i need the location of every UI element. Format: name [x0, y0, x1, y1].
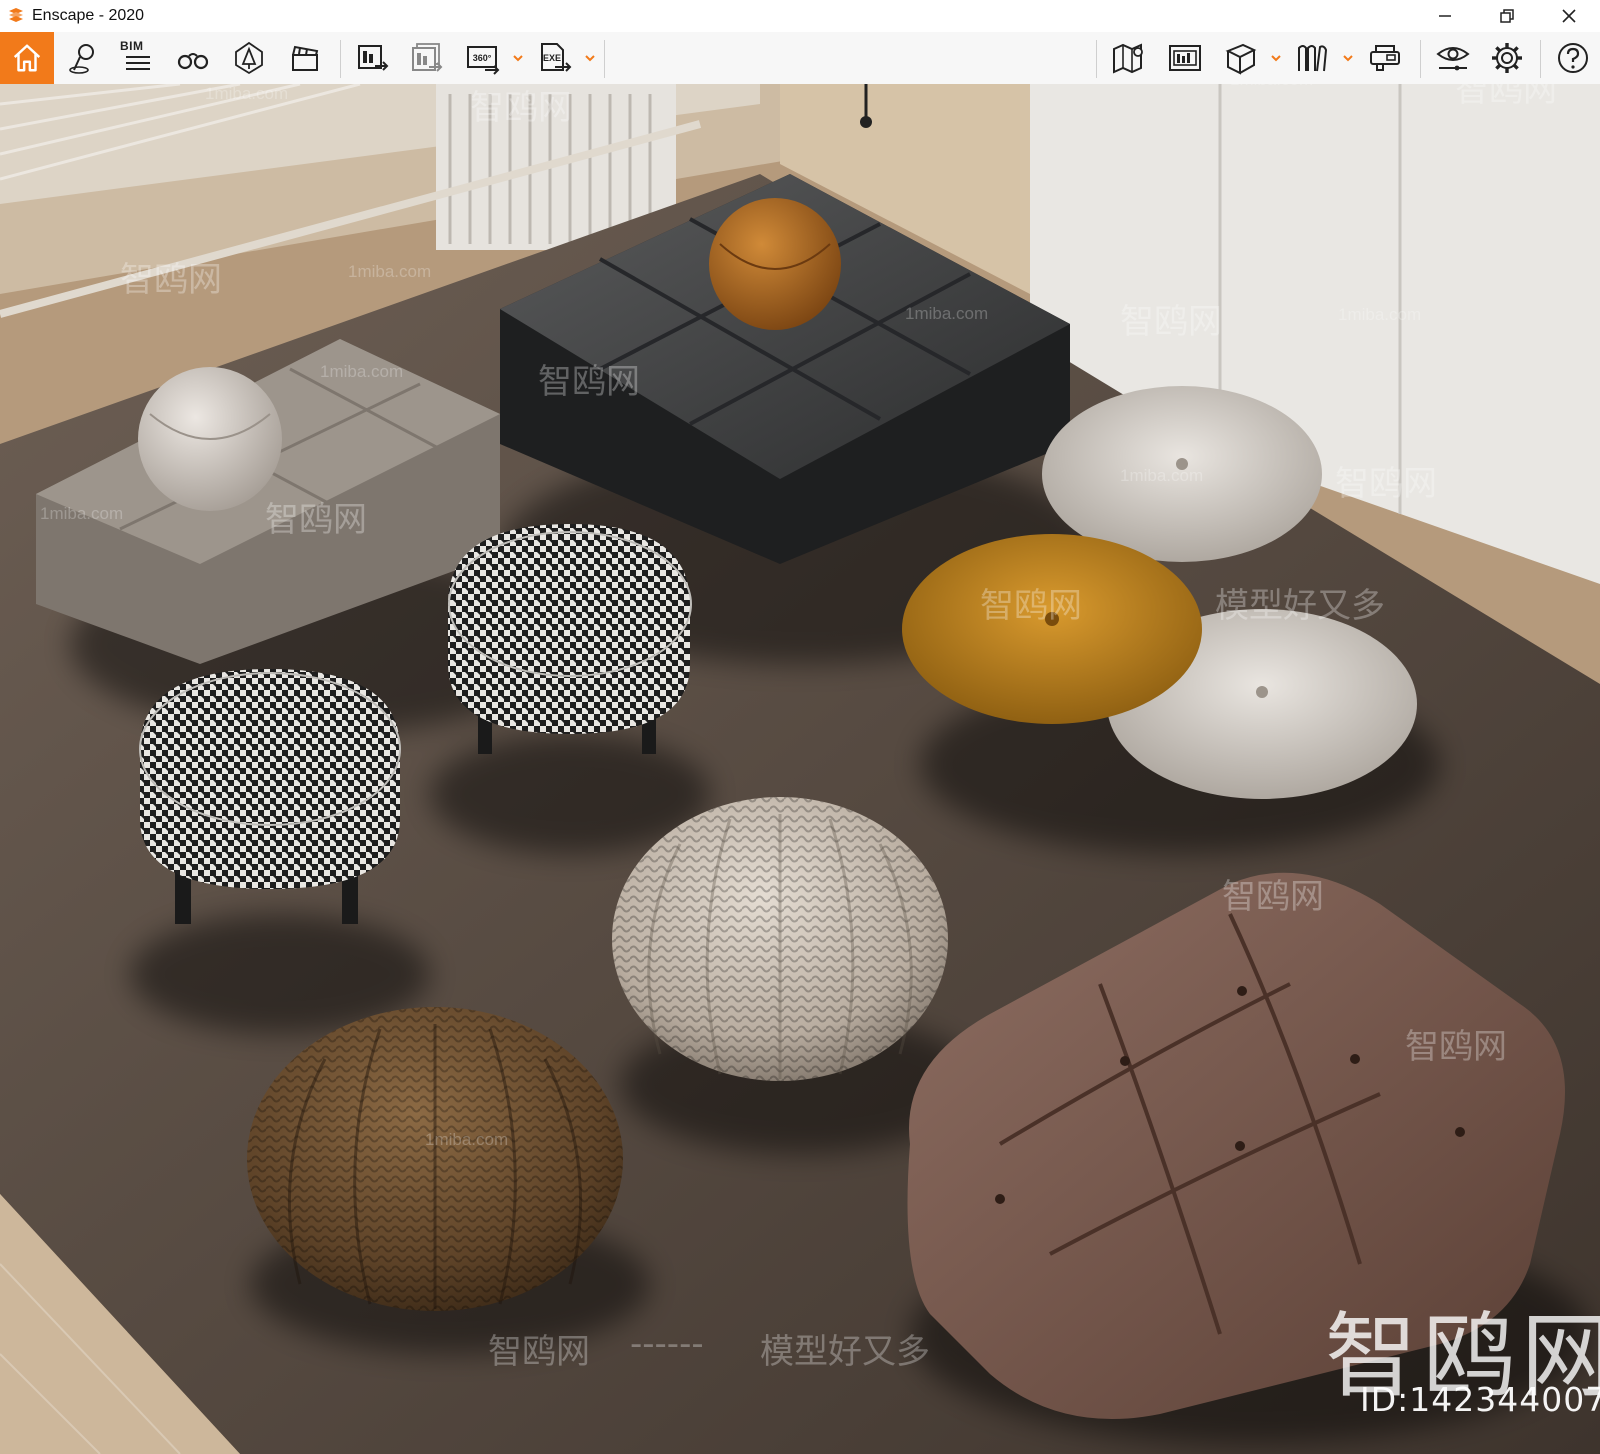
- panorama-button[interactable]: 360°: [458, 32, 508, 84]
- watermark-site-name: 智鸥网: [1120, 302, 1222, 342]
- chevron-down-icon[interactable]: [512, 52, 524, 64]
- enscape-logo-icon: [9, 8, 23, 22]
- watermark-site-name: 智鸥网: [120, 260, 222, 300]
- watermark-url: 1miba.com: [40, 504, 124, 523]
- home-button[interactable]: [0, 32, 54, 84]
- watermark-site-name: 智鸥网: [1222, 877, 1324, 917]
- toolbar-separator: [604, 40, 605, 78]
- render-viewport[interactable]: 1miba.com 智鸥网 智鸥网 1miba.com 1miba.com 智鸥…: [0, 84, 1600, 1454]
- exe-export-button[interactable]: EXE: [530, 32, 580, 84]
- watermark-site-name: 智鸥网: [488, 1332, 590, 1372]
- title-bar: Enscape - 2020: [0, 0, 1600, 32]
- watermark-slogan: 模型好又多: [760, 1332, 930, 1372]
- watermark-url: 1miba.com: [320, 362, 404, 381]
- watermark-url: 1miba.com: [905, 304, 989, 323]
- vr-button[interactable]: [1360, 32, 1410, 84]
- cube-view-icon: [1225, 43, 1257, 75]
- help-button[interactable]: [1548, 32, 1598, 84]
- settings-gear-icon: [1492, 43, 1522, 73]
- light-view-button[interactable]: [224, 32, 274, 84]
- watermark-url: 1miba.com: [205, 84, 289, 103]
- library-button[interactable]: [1288, 32, 1338, 84]
- home-icon: [13, 44, 41, 72]
- toolbar-separator: [340, 40, 341, 78]
- restore-icon: [1500, 9, 1514, 23]
- window-controls: [1414, 0, 1600, 32]
- asset-library-icon: [1169, 45, 1201, 71]
- watermark-site-name: 智鸥网: [1405, 1027, 1507, 1067]
- close-button[interactable]: [1538, 0, 1600, 32]
- watermark-site-name: 智鸥网: [538, 362, 640, 402]
- exe-label: EXE: [543, 53, 561, 63]
- watermark-slogan: 模型好又多: [1215, 586, 1385, 626]
- video-editor-button[interactable]: [280, 32, 330, 84]
- panorama-360-icon: 360°: [467, 46, 500, 75]
- watermark-url: 1miba.com: [1230, 84, 1313, 90]
- asset-library-button[interactable]: [1160, 32, 1210, 84]
- watermark-url: 1miba.com: [425, 1130, 509, 1149]
- vr-headset-icon: [1370, 45, 1400, 71]
- toolbar-separator: [1420, 40, 1421, 78]
- visual-settings-button[interactable]: [1428, 32, 1478, 84]
- watermark-site-name: 智鸥网: [470, 88, 572, 128]
- map-pin-icon: [69, 44, 94, 74]
- visibility-icon: [1436, 47, 1470, 71]
- watermark-url: 1miba.com: [348, 262, 432, 281]
- exe-export-icon: EXE: [541, 43, 572, 72]
- panorama-label: 360°: [473, 53, 492, 63]
- minimize-icon: [1439, 15, 1451, 17]
- books-icon: [1298, 45, 1328, 72]
- chevron-down-icon[interactable]: [1342, 52, 1354, 64]
- scene-render: [0, 84, 1600, 1454]
- screenshot-button[interactable]: [348, 32, 398, 84]
- toolbar-separator: [1096, 40, 1097, 78]
- close-icon: [1562, 9, 1576, 23]
- settings-button[interactable]: [1482, 32, 1532, 84]
- watermark-site-name: 智鸥网: [1455, 84, 1557, 110]
- map-button[interactable]: [1104, 32, 1154, 84]
- batch-render-button[interactable]: [402, 32, 452, 84]
- restore-button[interactable]: [1476, 0, 1538, 32]
- watermark-url: 1miba.com: [1120, 466, 1204, 485]
- watermark-site-name: 智鸥网: [1335, 464, 1437, 504]
- watermark-id: ID:142344007: [1360, 1380, 1600, 1419]
- watermark-site-name: 智鸥网: [265, 500, 367, 540]
- clapperboard-icon: [292, 45, 319, 71]
- batch-export-icon: [412, 43, 443, 72]
- minimize-button[interactable]: [1414, 0, 1476, 32]
- bim-label: BIM: [120, 39, 144, 53]
- screenshot-export-icon: [358, 45, 389, 71]
- watermark-dashes: ------: [630, 1324, 704, 1364]
- watermark-url: 1miba.com: [1338, 305, 1422, 324]
- binoculars-icon: [177, 53, 209, 70]
- watermark-site-name: 智鸥网: [980, 586, 1082, 626]
- toolbar-separator: [1540, 40, 1541, 78]
- chevron-down-icon[interactable]: [584, 52, 596, 64]
- map-view-icon: [1113, 43, 1143, 74]
- help-icon: [1558, 43, 1588, 73]
- view-cube-button[interactable]: [1216, 32, 1266, 84]
- chevron-down-icon[interactable]: [1270, 52, 1282, 64]
- window-title: Enscape - 2020: [32, 7, 145, 24]
- lamp-icon: [235, 41, 263, 75]
- main-toolbar: BIM 360° EXE: [0, 32, 1600, 115]
- position-button[interactable]: [60, 32, 108, 84]
- views-button[interactable]: [168, 32, 218, 84]
